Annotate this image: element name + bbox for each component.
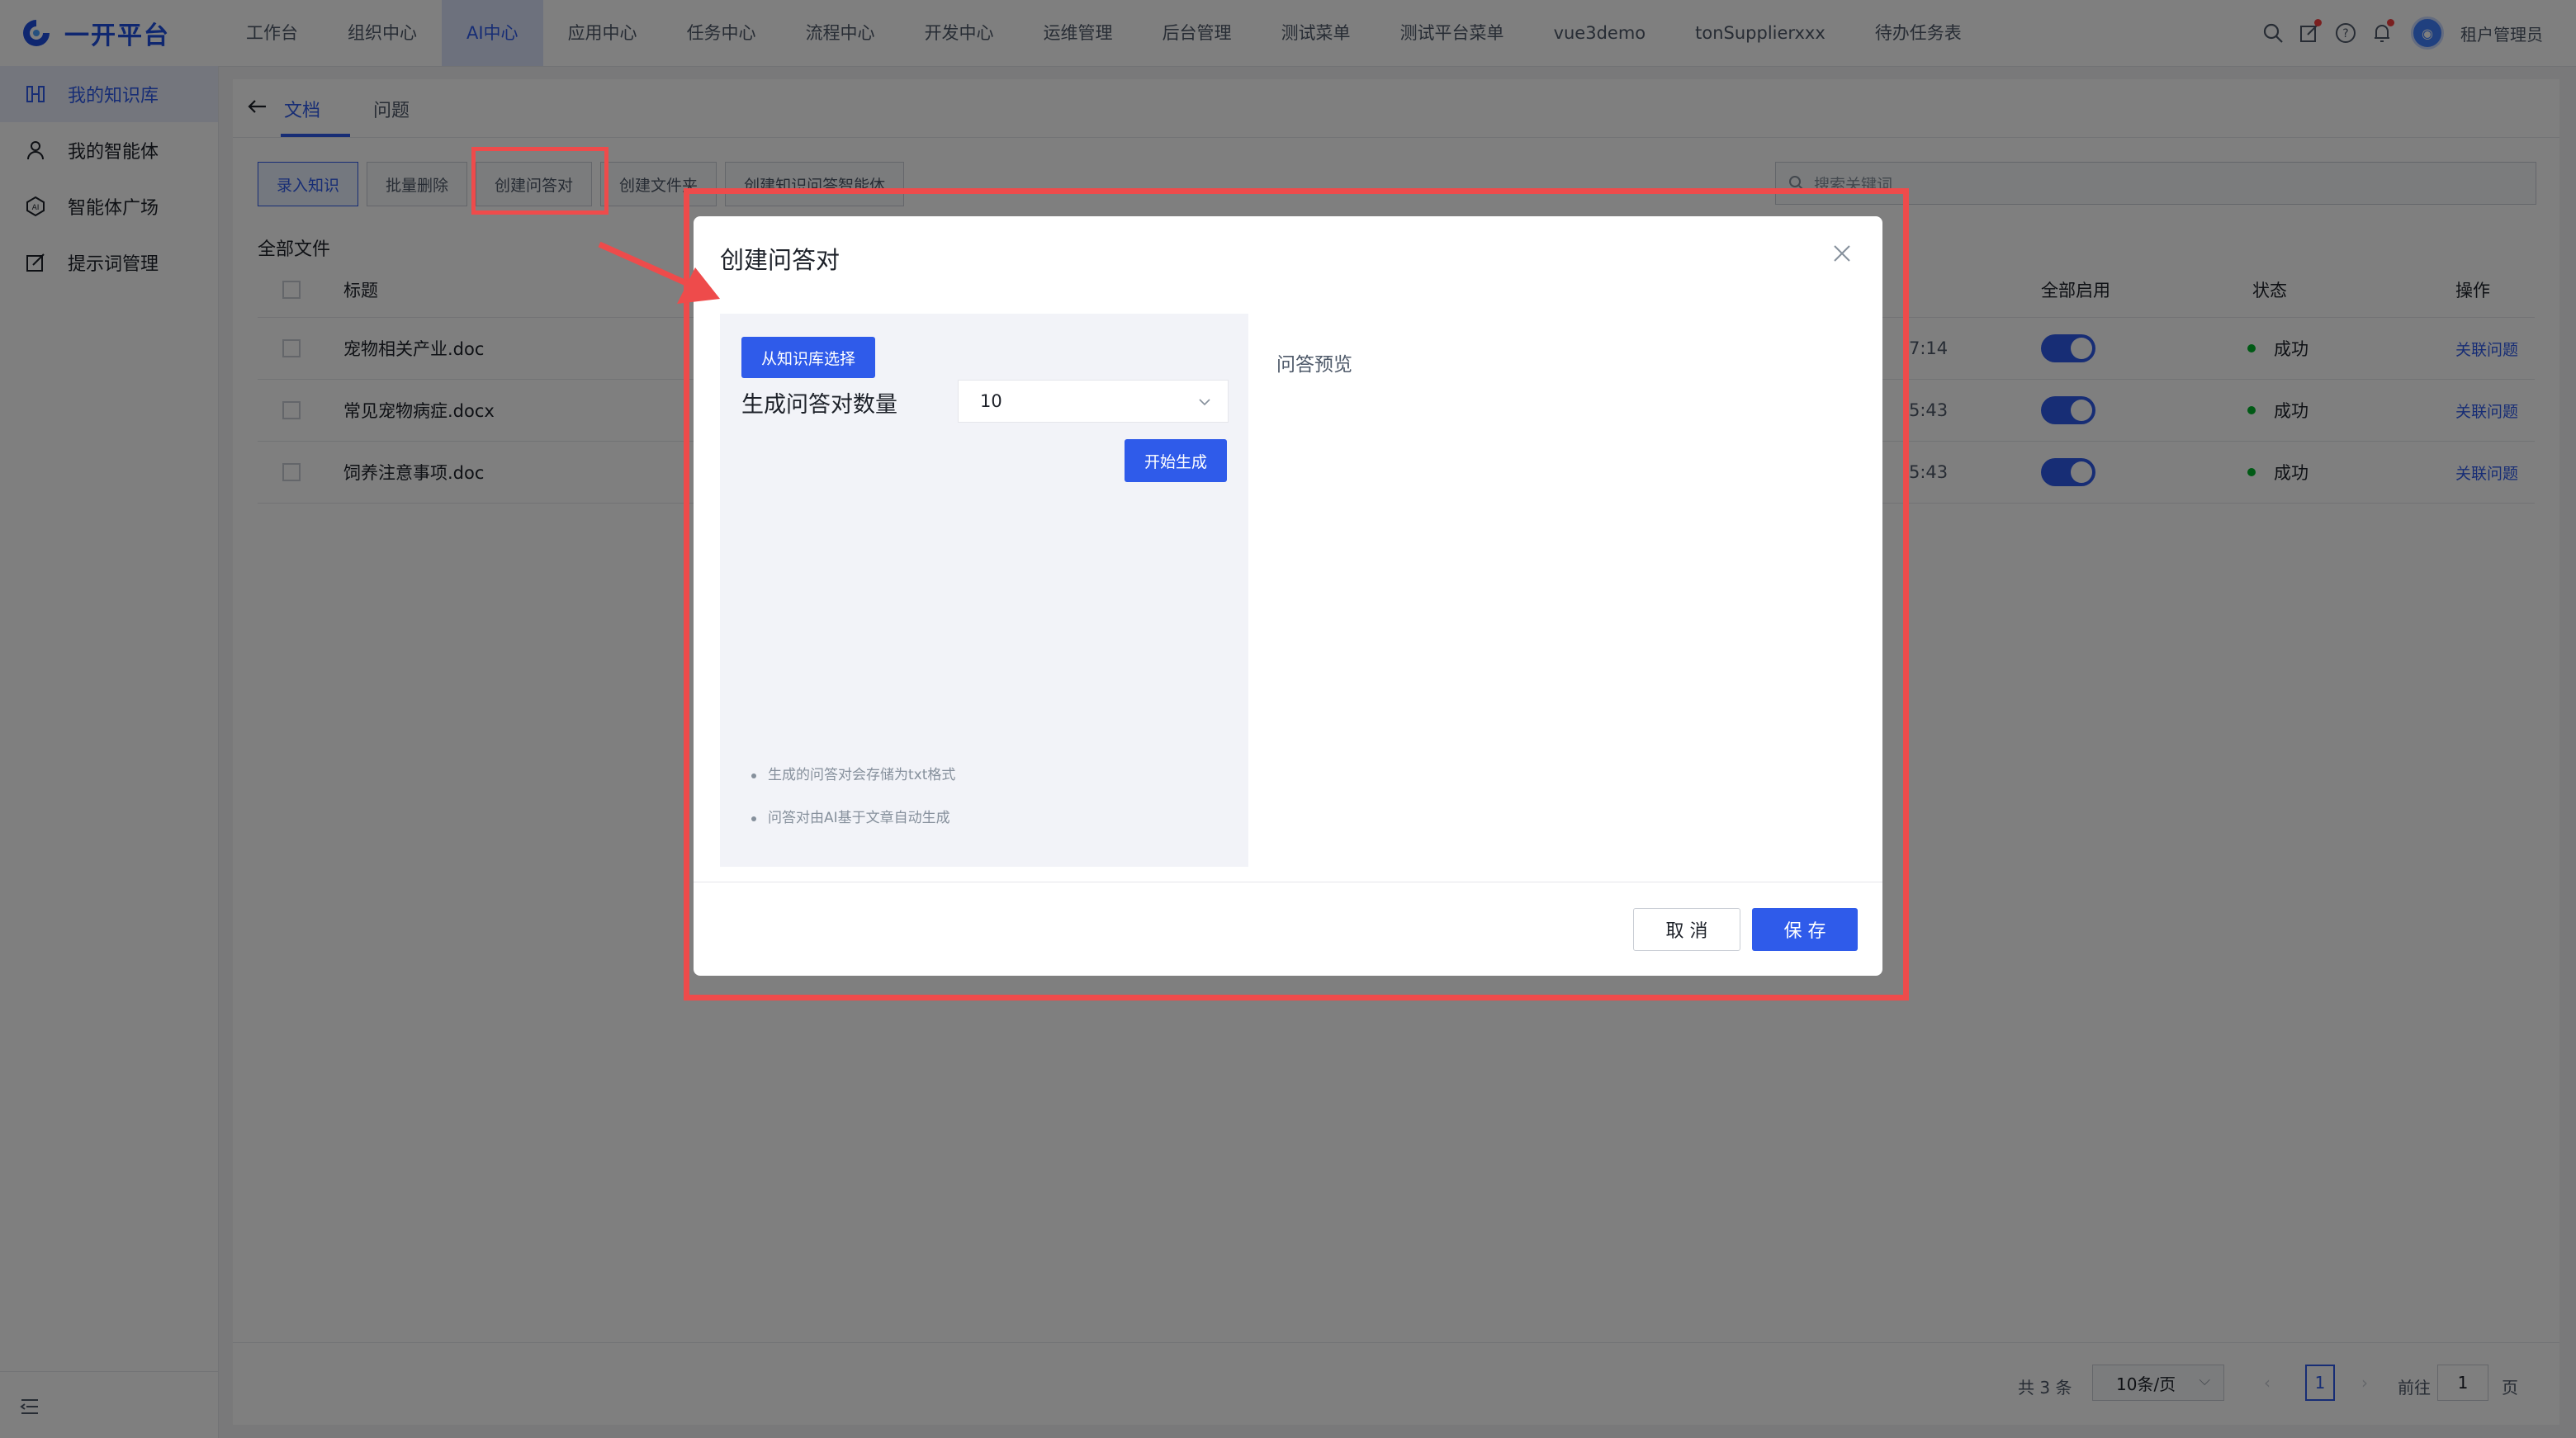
highlight-box-dialog xyxy=(684,188,1909,1000)
highlight-box-button xyxy=(471,147,608,215)
